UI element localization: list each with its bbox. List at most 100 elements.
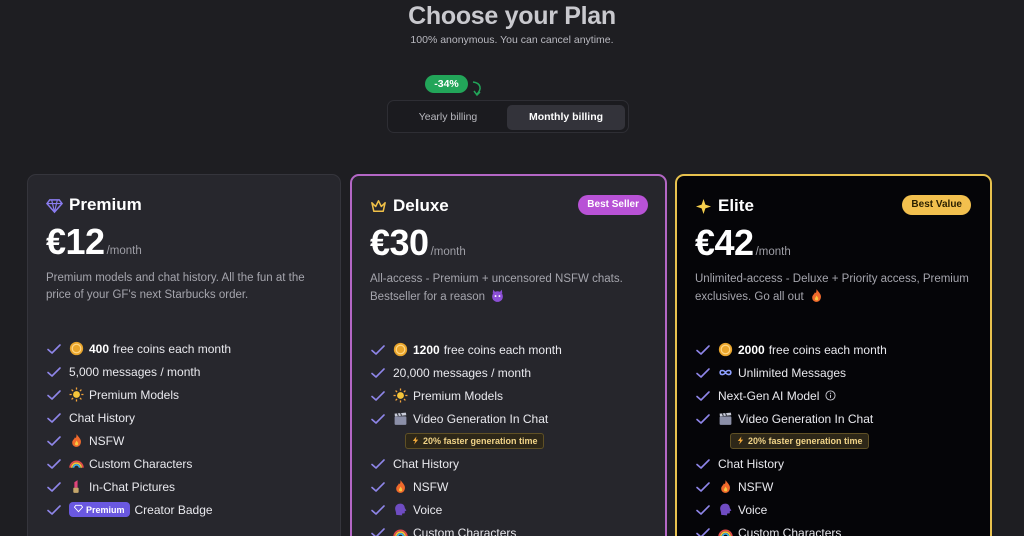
feature-item: In-Chat Pictures (46, 475, 330, 498)
feature-label: Premium Models (89, 387, 180, 402)
devil-icon (490, 288, 505, 303)
plan-description: Premium models and chat history. All the… (46, 270, 322, 304)
sparkle-icon (695, 198, 712, 215)
feature-item: Premium Models (46, 383, 330, 406)
check-icon (46, 412, 62, 424)
feature-label: Custom Characters (413, 525, 517, 536)
feature-label: NSFW (738, 479, 774, 494)
clapper-icon (393, 411, 408, 426)
feature-label: Unlimited Messages (738, 365, 847, 380)
feature-list: 400 free coins each month 5,000 messages /… (46, 337, 330, 521)
feature-label: free coins each month (113, 341, 232, 356)
speed-note-badge: 20% faster generation time (730, 433, 869, 449)
price-row: €12/month (46, 221, 142, 263)
check-icon (46, 389, 62, 401)
feature-label: In-Chat Pictures (89, 479, 176, 494)
price-period: /month (430, 246, 466, 258)
check-icon (370, 481, 386, 493)
fire-icon (69, 433, 84, 448)
feature-item: Video Generation In Chat (370, 407, 655, 430)
feature-label: Premium Models (413, 388, 504, 403)
feature-item: Custom Characters (370, 521, 655, 536)
pricing-page: Choose your Plan 100% anonymous. You can… (0, 0, 1024, 536)
fire-icon (809, 288, 824, 303)
plan-description: All-access - Premium + uncensored NSFW c… (370, 271, 647, 306)
feature-item: Custom Characters (46, 452, 330, 475)
coin-icon (393, 342, 408, 357)
billing-toggle: Yearly billing Monthly billing (387, 100, 629, 133)
check-icon (370, 504, 386, 516)
feature-list: 1200 free coins each month 20,000 messages… (370, 338, 655, 536)
price-period: /month (755, 246, 791, 258)
feature-label: NSFW (89, 433, 125, 448)
feature-note-row: 20% faster generation time (695, 430, 980, 452)
speaking-head-icon (718, 502, 733, 517)
check-icon (370, 413, 386, 425)
price-row: €42/month (695, 222, 791, 264)
yearly-billing-button[interactable]: Yearly billing (392, 105, 504, 130)
feature-item: 1200 free coins each month (370, 338, 655, 361)
check-icon (46, 435, 62, 447)
page-subtitle: 100% anonymous. You can cancel anytime. (410, 34, 614, 46)
check-icon (370, 390, 386, 402)
feature-item: Chat History (695, 452, 980, 475)
feature-amount: 2000 (738, 342, 765, 357)
feature-label: Video Generation In Chat (413, 411, 549, 426)
bolt-icon (736, 435, 745, 447)
feature-item: Voice (695, 498, 980, 521)
creator-badge: Premium (69, 502, 130, 517)
feature-item: NSFW (46, 429, 330, 452)
coin-icon (718, 342, 733, 357)
price-row: €30/month (370, 222, 466, 264)
feature-item: NSFW (370, 475, 655, 498)
plan-card-elite: Elite Best Value €42/month Unlimited-access… (675, 174, 992, 536)
check-icon (370, 458, 386, 470)
monthly-billing-button[interactable]: Monthly billing (507, 105, 625, 130)
check-icon (695, 481, 711, 493)
rainbow-icon (718, 525, 733, 536)
diamond-icon (45, 197, 64, 214)
fire-icon (718, 479, 733, 494)
crown-icon (370, 198, 387, 215)
check-icon (695, 390, 711, 402)
feature-amount: 400 (89, 341, 110, 356)
plan-price: €12 (46, 221, 105, 262)
check-icon (695, 413, 711, 425)
check-icon (46, 481, 62, 493)
plan-name: Elite (718, 196, 754, 215)
check-icon (46, 343, 62, 355)
feature-item: 400 free coins each month (46, 337, 330, 360)
sun-icon (393, 388, 408, 403)
feature-label: Chat History (718, 456, 785, 471)
fire-icon (393, 479, 408, 494)
small-diamond-icon (73, 504, 84, 515)
plan-card-deluxe: Deluxe Best Seller €30/month All-access - P… (350, 174, 667, 536)
plan-badge: Best Value (902, 195, 971, 215)
creator-badge-label: Premium (86, 504, 125, 515)
feature-item: Video Generation In Chat (695, 407, 980, 430)
check-icon (695, 458, 711, 470)
coin-icon (69, 341, 84, 356)
infinity-icon (718, 365, 733, 380)
discount-badge: -34% (425, 75, 468, 93)
feature-item: 20,000 messages / month (370, 361, 655, 384)
feature-note-row: 20% faster generation time (370, 430, 655, 452)
page-title: Choose your Plan (408, 2, 616, 30)
lipstick-icon (69, 479, 84, 494)
price-period: /month (106, 245, 142, 257)
feature-amount: 1200 (413, 342, 440, 357)
feature-label: Video Generation In Chat (738, 411, 874, 426)
plan-name: Deluxe (393, 196, 449, 215)
plan-price: €42 (695, 222, 754, 263)
speed-note-badge: 20% faster generation time (405, 433, 544, 449)
feature-label: free coins each month (443, 342, 562, 357)
plan-description-text: Unlimited-access - Deluxe + Priority acc… (695, 273, 969, 303)
feature-label: Custom Characters (738, 525, 842, 536)
plan-description-text: Premium models and chat history. All the… (46, 272, 305, 301)
check-icon (46, 458, 62, 470)
check-icon (370, 344, 386, 356)
info-icon[interactable] (825, 390, 836, 401)
feature-label: NSFW (413, 479, 449, 494)
plan-name: Premium (69, 195, 142, 214)
feature-item: NSFW (695, 475, 980, 498)
